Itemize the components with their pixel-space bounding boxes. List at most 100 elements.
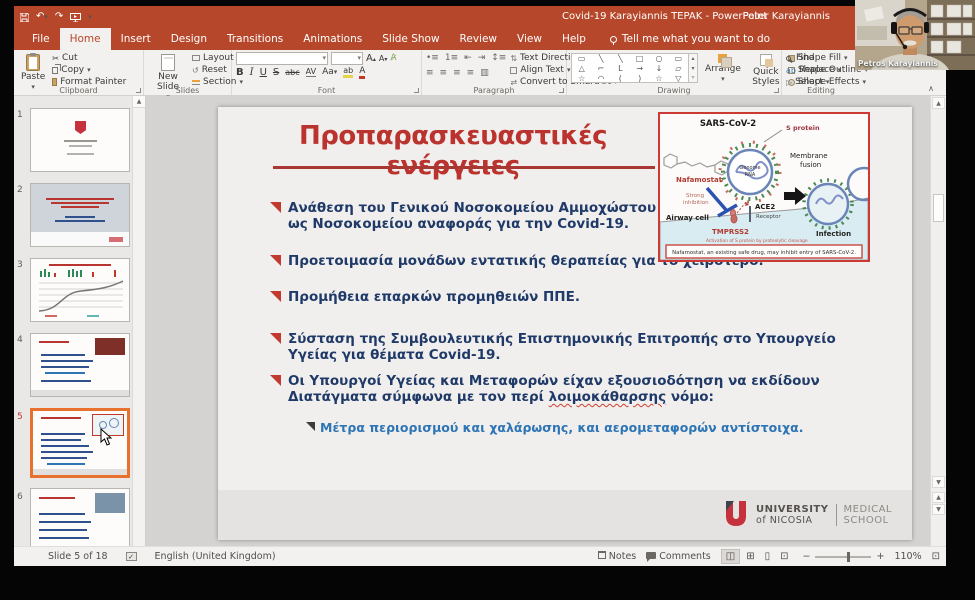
tab-animations[interactable]: Animations xyxy=(293,28,372,50)
thumbnail-scrollbar[interactable]: ▲ xyxy=(132,96,145,546)
cut-button[interactable]: ✂Cut xyxy=(52,53,126,63)
columns-icon[interactable]: ▥ xyxy=(480,68,489,78)
reading-view-button[interactable]: ▯ xyxy=(761,550,775,563)
slide-title[interactable]: Προπαρασκευαστικές ενέργειες xyxy=(238,121,668,181)
tell-me-box[interactable]: Tell me what you want to do xyxy=(610,28,770,50)
shrink-font-button[interactable]: A▾ xyxy=(379,54,388,63)
bullets-icon[interactable]: •≡ xyxy=(426,53,439,63)
comments-button[interactable]: Comments xyxy=(646,551,711,562)
replace-button[interactable]: abReplace▾ xyxy=(786,65,841,75)
ribbon-group-font: A▴ A▾ A̷ B I U S abc AV Aa▾ ab A xyxy=(232,50,422,95)
next-slide-button[interactable]: ▼ xyxy=(932,504,945,515)
slide-thumbnail-2[interactable] xyxy=(30,183,130,247)
section-icon xyxy=(192,80,200,85)
zoom-slider-thumb[interactable] xyxy=(847,552,850,562)
sub-bullet[interactable]: Μέτρα περιορισμού και χαλάρωσης, και αερ… xyxy=(306,420,804,435)
window-title: Covid-19 Karayiannis TEPAK - PowerPoint xyxy=(562,6,767,28)
bullet-3[interactable]: Προμήθεια επαρκών προμηθειών ΠΠΕ. xyxy=(270,289,580,305)
paragraph-dialog-launcher[interactable] xyxy=(559,88,564,93)
notes-button[interactable]: Notes xyxy=(598,551,636,562)
editor-scrollbar[interactable]: ▲ ▼ ▲ ▼ xyxy=(930,96,946,546)
zoom-slider[interactable] xyxy=(815,556,871,558)
slide-thumbnail-5-selected[interactable] xyxy=(30,408,130,478)
zoom-control: − + xyxy=(803,551,885,562)
start-slideshow-icon[interactable] xyxy=(70,13,81,22)
char-spacing-button[interactable]: AV xyxy=(306,67,316,77)
tab-insert[interactable]: Insert xyxy=(111,28,161,50)
language-indicator[interactable]: English (United Kingdom) xyxy=(155,551,276,562)
font-color-button[interactable]: A xyxy=(359,66,365,79)
align-left-icon[interactable]: ≡ xyxy=(426,68,434,78)
normal-view-button[interactable]: ◫ xyxy=(721,549,740,564)
bullet-5[interactable]: Οι Υπουργοί Υγείας και Μεταφορών είχαν ε… xyxy=(270,373,873,405)
slide-thumbnail-1[interactable] xyxy=(30,108,130,172)
font-name-combo[interactable] xyxy=(236,52,328,65)
save-icon[interactable] xyxy=(20,13,29,22)
undo-icon[interactable]: ↶▾ xyxy=(36,12,48,22)
collapse-ribbon-icon[interactable]: ∧ xyxy=(928,84,934,93)
highlight-color-button[interactable]: ab xyxy=(343,66,353,78)
bullet-marker-icon xyxy=(270,333,281,344)
airway-cell-label: Airway cell xyxy=(666,214,709,222)
slide-canvas[interactable]: Προπαρασκευαστικές ενέργειες xyxy=(218,107,912,540)
scroll-up-icon[interactable]: ▲ xyxy=(932,97,945,109)
drawing-dialog-launcher[interactable] xyxy=(774,88,779,93)
slide-thumbnail-4[interactable] xyxy=(30,333,130,397)
zoom-out-button[interactable]: − xyxy=(803,551,811,562)
zoom-in-button[interactable]: + xyxy=(876,551,884,562)
numbering-icon[interactable]: 1≡ xyxy=(445,53,458,63)
line-spacing-icon[interactable]: ↕≡ xyxy=(491,53,506,63)
align-right-icon[interactable]: ≡ xyxy=(453,68,461,78)
slideshow-view-button[interactable]: ⊡ xyxy=(776,550,792,563)
tab-view[interactable]: View xyxy=(507,28,552,50)
tab-file[interactable]: File xyxy=(22,28,60,50)
underline-button[interactable]: U xyxy=(260,67,267,78)
scroll-down-icon[interactable]: ▼ xyxy=(932,476,945,488)
clipboard-dialog-launcher[interactable] xyxy=(136,88,141,93)
presenter-video-tile[interactable]: Petros Karayiannis xyxy=(855,0,975,70)
bullet-4[interactable]: Σύσταση της Συμβουλευτικής Επιστημονικής… xyxy=(270,331,873,363)
tab-transitions[interactable]: Transitions xyxy=(217,28,293,50)
strikethrough-button[interactable]: S xyxy=(273,67,279,78)
slide-thumbnail-3[interactable] xyxy=(30,258,130,322)
customize-qat-icon[interactable]: ▾ xyxy=(88,14,92,21)
university-logo: UNIVERSITY of NICOSIA MEDICAL SCHOOL xyxy=(723,500,892,530)
bullet-1[interactable]: Ανάθεση του Γενικού Νοσοκομείου Αμμοχώστ… xyxy=(270,200,668,232)
indent-decrease-icon[interactable]: ⇤ xyxy=(464,53,472,63)
clear-formatting-button[interactable]: A̷ xyxy=(390,53,396,63)
find-icon xyxy=(786,56,791,61)
scrollbar-thumb[interactable] xyxy=(933,194,944,222)
indent-increase-icon[interactable]: ⇥ xyxy=(478,53,486,63)
fit-slide-to-window-button[interactable]: ⊡ xyxy=(932,551,940,562)
change-case-button[interactable]: Aa▾ xyxy=(322,67,337,77)
quick-styles-button[interactable]: Quick Styles xyxy=(748,53,784,88)
shapes-gallery-scroll[interactable]: ▴▾▿ xyxy=(689,53,698,83)
redo-icon[interactable]: ↷ xyxy=(55,12,63,22)
tab-design[interactable]: Design xyxy=(161,28,217,50)
bold-button[interactable]: B xyxy=(236,67,244,78)
tab-review[interactable]: Review xyxy=(450,28,507,50)
font-dialog-launcher[interactable] xyxy=(414,88,419,93)
align-center-icon[interactable]: ≡ xyxy=(440,68,448,78)
slide-sorter-view-button[interactable]: ⊞ xyxy=(742,550,758,563)
grow-font-button[interactable]: A▴ xyxy=(366,53,376,64)
font-size-combo[interactable] xyxy=(331,52,363,65)
arrange-button[interactable]: Arrange ▾ xyxy=(702,53,744,84)
thumbnail-scroll-up-icon[interactable]: ▲ xyxy=(133,96,145,108)
zoom-level[interactable]: 110% xyxy=(894,551,921,562)
tab-home[interactable]: Home xyxy=(60,28,111,50)
italic-button[interactable]: I xyxy=(250,67,254,78)
shapes-gallery[interactable]: ▭╲╲□○▭ △⌐L→↓▱ ☆◠()☆▽ xyxy=(571,53,689,83)
find-button[interactable]: Find xyxy=(786,53,841,63)
slide-number-indicator[interactable]: Slide 5 of 18 xyxy=(48,551,108,562)
editing-group-label: Editing xyxy=(782,86,860,95)
sars-cov2-figure[interactable]: Genome RNA SARS-CoV-2 S protein Membrane… xyxy=(658,112,870,262)
tab-help[interactable]: Help xyxy=(552,28,596,50)
previous-slide-button[interactable]: ▲ xyxy=(932,492,945,503)
tab-slideshow[interactable]: Slide Show xyxy=(372,28,449,50)
strike-abc-button[interactable]: abc xyxy=(285,68,299,77)
justify-icon[interactable]: ≡ xyxy=(467,68,475,78)
copy-button[interactable]: Copy▾ xyxy=(52,65,126,75)
spellcheck-icon[interactable]: ✓ xyxy=(126,552,137,561)
slide-thumbnail-6[interactable] xyxy=(30,488,130,546)
